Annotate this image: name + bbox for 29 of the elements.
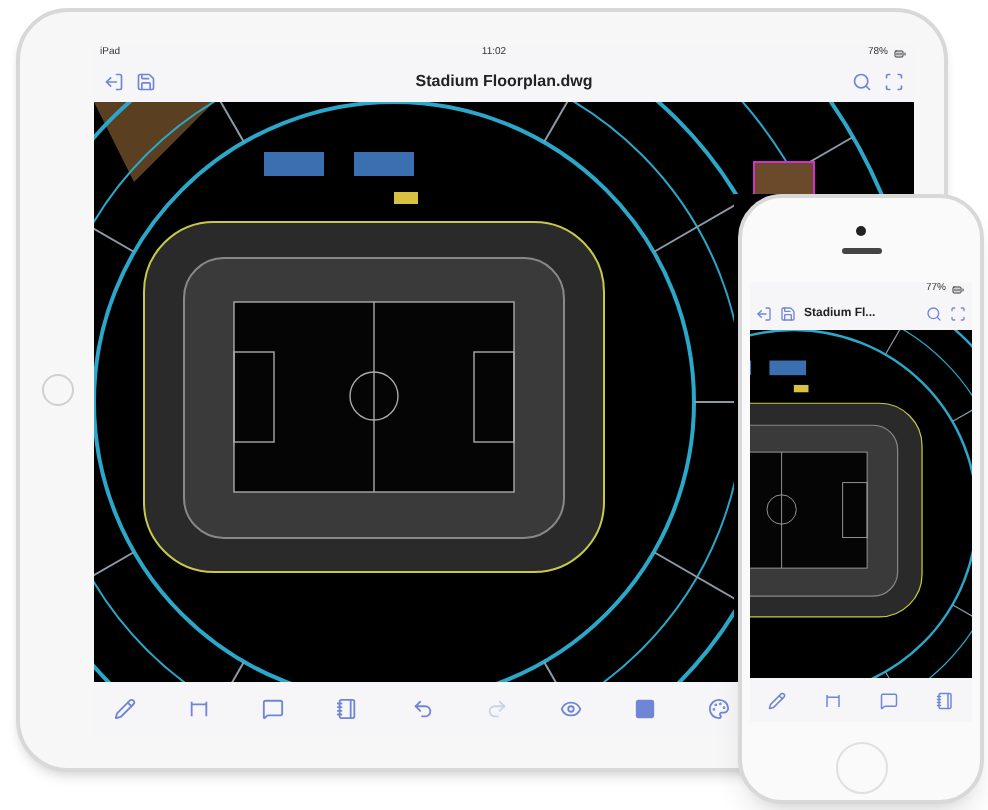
dimension-icon <box>188 697 211 719</box>
eye-icon <box>559 697 582 719</box>
search-icon[interactable] <box>852 71 872 91</box>
notebook-icon <box>336 697 359 719</box>
undo-icon <box>411 697 433 719</box>
palette-icon <box>708 697 730 719</box>
save-icon[interactable] <box>780 306 796 322</box>
speaker-slot <box>841 248 881 254</box>
exit-icon[interactable] <box>104 71 124 91</box>
notebook-icon <box>935 691 954 709</box>
exit-icon[interactable] <box>756 306 772 322</box>
comment-icon <box>262 697 285 719</box>
battery-icon <box>950 284 966 296</box>
document-title: Stadium Floorplan.dwg <box>413 69 595 93</box>
pencil-icon-button[interactable] <box>764 687 791 713</box>
square-icon <box>633 697 656 719</box>
fullscreen-icon[interactable] <box>950 306 966 322</box>
notebook-icon-button[interactable] <box>931 687 958 713</box>
fullscreen-icon[interactable] <box>884 71 904 91</box>
pencil-icon <box>114 697 136 719</box>
redo-icon <box>485 697 508 719</box>
pencil-icon-button[interactable] <box>110 693 140 723</box>
save-icon[interactable] <box>136 71 156 91</box>
palette-icon-button[interactable] <box>704 693 734 723</box>
comment-icon <box>879 691 898 709</box>
pencil-icon <box>768 691 787 709</box>
battery-icon <box>892 47 908 59</box>
dimension-icon <box>824 691 843 709</box>
search-icon[interactable] <box>926 306 942 322</box>
